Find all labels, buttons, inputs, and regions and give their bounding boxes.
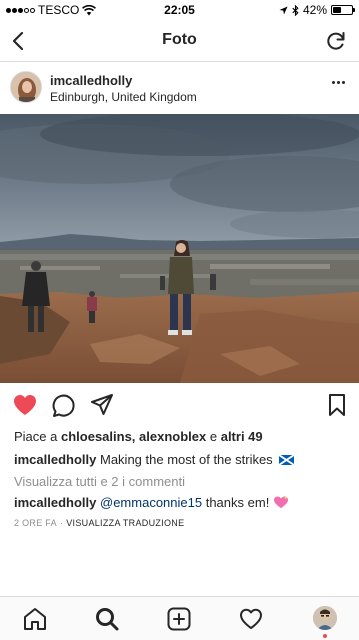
bookmark-icon[interactable] <box>324 392 350 418</box>
profile-avatar[interactable] <box>313 606 337 630</box>
battery-icon <box>331 5 355 15</box>
nav-bar: Foto <box>0 20 359 62</box>
post-photo[interactable] <box>0 114 359 383</box>
actions-row <box>0 390 359 422</box>
share-icon[interactable] <box>89 392 115 418</box>
page-title: Foto <box>162 31 197 48</box>
likes-users[interactable]: chloesalins, alexnoblex <box>61 429 206 444</box>
post-meta: 2 ORE FA · VISUALIZZA TRADUZIONE <box>14 518 185 528</box>
post-caption: imcalledholly Making the most of the str… <box>14 452 349 467</box>
sparkling-heart-icon <box>273 496 288 508</box>
bluetooth-icon <box>292 4 299 16</box>
scotland-flag-icon <box>279 455 295 465</box>
refresh-icon[interactable] <box>323 28 349 54</box>
status-right: 42% <box>279 3 355 17</box>
comment-text: thanks em! <box>205 495 270 510</box>
tab-bar <box>0 596 359 640</box>
likes-prefix: Piace a <box>14 429 58 444</box>
heart-filled-icon[interactable] <box>12 392 38 418</box>
home-icon[interactable] <box>22 606 48 632</box>
likes-line[interactable]: Piace a chloesalins, alexnoblex e altri … <box>14 429 263 444</box>
search-icon[interactable] <box>94 606 120 632</box>
comment-username[interactable]: imcalledholly <box>14 495 96 510</box>
comment-mention[interactable]: @emmaconnie15 <box>100 495 202 510</box>
view-all-comments-link[interactable]: Visualizza tutti e 2 i commenti <box>14 474 185 489</box>
status-bar: TESCO 22:05 42% <box>0 0 359 20</box>
comment-row: imcalledholly @emmaconnie15 thanks em! <box>14 495 289 510</box>
caption-text: Making the most of the strikes <box>100 452 273 467</box>
location-arrow-icon <box>279 5 288 15</box>
more-horizontal-icon[interactable] <box>332 81 345 84</box>
see-translation-link[interactable]: VISUALIZZA TRADUZIONE <box>66 518 184 528</box>
post-username[interactable]: imcalledholly <box>50 73 132 88</box>
avatar[interactable] <box>10 71 42 103</box>
activity-heart-icon[interactable] <box>238 606 264 632</box>
add-post-icon[interactable] <box>166 606 192 632</box>
caption-username[interactable]: imcalledholly <box>14 452 96 467</box>
post-header: imcalledholly Edinburgh, United Kingdom <box>0 63 359 113</box>
notification-dot <box>323 634 327 638</box>
likes-conjunction: e <box>209 429 218 444</box>
comment-icon[interactable] <box>51 392 77 418</box>
battery-percent: 42% <box>302 3 327 17</box>
post-location[interactable]: Edinburgh, United Kingdom <box>50 90 197 104</box>
post-time-ago: 2 ORE FA <box>14 518 57 528</box>
likes-others[interactable]: altri 49 <box>221 429 263 444</box>
